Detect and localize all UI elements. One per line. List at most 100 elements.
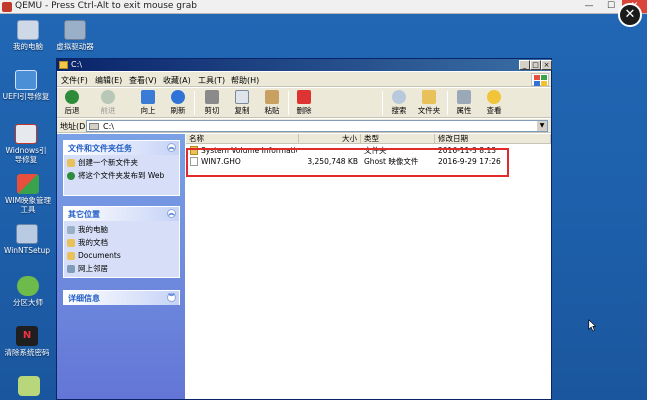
copy-icon (235, 90, 249, 104)
forward-button[interactable]: 前进 (97, 90, 119, 116)
properties-button[interactable]: 属性 (453, 90, 475, 116)
refresh-button[interactable]: 刷新 (167, 90, 189, 116)
search-icon (392, 90, 406, 104)
menu-tools[interactable]: 工具(T) (198, 75, 225, 86)
explorer-minimize-button[interactable]: _ (519, 60, 530, 70)
panel-details: 详细信息 ︾ (63, 290, 180, 305)
folder-icon (59, 61, 68, 69)
address-bar: 地址(D) C:\ ▼ (57, 119, 551, 133)
panel-other-places: 其它位置 ︽ 我的电脑 我的文档 Documents 网上邻居 (63, 206, 180, 278)
explorer-title-bar: C:\ _ □ × (57, 59, 552, 71)
task-publish-web[interactable]: 将这个文件夹发布到 Web (64, 171, 179, 182)
explorer-window: C:\ _ □ × 文件(F) 编辑(E) 查看(V) 收藏(A) 工具(T) … (56, 58, 552, 400)
documents-folder-icon (67, 239, 75, 247)
mouse-cursor-icon (588, 319, 596, 332)
explorer-maximize-button[interactable]: □ (530, 60, 541, 70)
explorer-title: C:\ (71, 60, 82, 69)
toolbar-separator (194, 91, 195, 115)
toolbar-separator (447, 91, 448, 115)
back-arrow-icon (65, 90, 79, 104)
place-my-documents[interactable]: 我的文档 (64, 238, 179, 249)
address-input[interactable]: C:\ ▼ (86, 120, 548, 132)
new-folder-icon (67, 159, 75, 167)
menu-bar: 文件(F) 编辑(E) 查看(V) 收藏(A) 工具(T) 帮助(H) (57, 72, 551, 87)
copy-button[interactable]: 复制 (231, 90, 253, 116)
partition-icon (17, 276, 39, 296)
toolbar-separator (382, 91, 383, 115)
desktop-icon-winntsetup[interactable]: WinNTSetup (2, 224, 52, 255)
column-headers: 名称 大小 类型 修改日期 (186, 134, 551, 144)
address-label: 地址(D) (60, 122, 89, 131)
desktop-icon-clear-password[interactable]: N 清除系统密码 (2, 326, 52, 357)
menu-file[interactable]: 文件(F) (61, 75, 88, 86)
computer-icon (67, 226, 75, 234)
menu-favorites[interactable]: 收藏(A) (163, 75, 191, 86)
desktop-icon-partial[interactable] (14, 376, 44, 398)
panel-details-header[interactable]: 详细信息 ︾ (64, 291, 179, 305)
annotation-highlight-box (186, 148, 509, 177)
paste-button[interactable]: 粘贴 (261, 90, 283, 116)
desktop-icon-windows-boot-repair[interactable]: Widnows引导修复 (2, 124, 50, 164)
desktop-icon-wim-tool[interactable]: WIM映象管理工具 (4, 174, 52, 214)
network-icon (67, 265, 75, 273)
scissors-icon (205, 90, 219, 104)
toolbar: 后退 前进 向上 刷新 剪切 复制 粘贴 删除 搜索 文件夹 属性 查看 (57, 88, 551, 118)
globe-icon (67, 172, 75, 180)
panel-file-tasks-header[interactable]: 文件和文件夹任务 ︽ (64, 141, 179, 155)
folders-button[interactable]: 文件夹 (415, 90, 443, 116)
forward-arrow-icon (101, 90, 115, 104)
chevron-down-icon[interactable]: ▼ (537, 121, 547, 131)
toolbox-icon (15, 124, 37, 144)
close-overlay-icon[interactable]: ✕ (618, 3, 642, 27)
views-icon (487, 90, 501, 104)
desktop-icon-virtual-drive[interactable]: 虚拟驱动器 (50, 20, 100, 51)
up-button[interactable]: 向上 (137, 90, 159, 116)
menu-edit[interactable]: 编辑(E) (95, 75, 122, 86)
menu-view[interactable]: 查看(V) (129, 75, 157, 86)
app-icon (18, 376, 40, 396)
toolbar-separator (288, 91, 289, 115)
qemu-title-bar: QEMU - Press Ctrl-Alt to exit mouse grab… (0, 0, 647, 14)
up-folder-icon (141, 90, 155, 104)
delete-button[interactable]: 删除 (293, 90, 315, 116)
column-type[interactable]: 类型 (361, 134, 435, 144)
desktop-icon-partition-master[interactable]: 分区大师 (6, 276, 50, 307)
drive-icon (89, 123, 99, 130)
search-button[interactable]: 搜索 (388, 90, 410, 116)
refresh-icon (171, 90, 185, 104)
expand-icon[interactable]: ︾ (167, 293, 176, 302)
cut-button[interactable]: 剪切 (201, 90, 223, 116)
address-value: C:\ (103, 122, 114, 131)
panel-other-places-header[interactable]: 其它位置 ︽ (64, 207, 179, 221)
folder-icon (67, 252, 75, 260)
task-pane: 文件和文件夹任务 ︽ 创建一个新文件夹 将这个文件夹发布到 Web 其它位置 ︽ (57, 134, 185, 399)
setup-icon (16, 224, 38, 244)
collapse-icon[interactable]: ︽ (167, 143, 176, 152)
menu-help[interactable]: 帮助(H) (231, 75, 259, 86)
clipboard-icon (265, 90, 279, 104)
back-button[interactable]: 后退 (61, 90, 83, 116)
desktop-icon-my-computer[interactable]: 我的电脑 (6, 20, 50, 51)
place-my-computer[interactable]: 我的电脑 (64, 225, 179, 236)
explorer-close-button[interactable]: × (541, 60, 552, 70)
column-name[interactable]: 名称 (186, 134, 299, 144)
column-modified[interactable]: 修改日期 (435, 134, 551, 144)
qemu-app-icon (2, 2, 12, 12)
column-size[interactable]: 大小 (299, 134, 361, 144)
place-documents[interactable]: Documents (64, 251, 179, 262)
uefi-icon (15, 70, 37, 90)
properties-icon (457, 90, 471, 104)
delete-x-icon (297, 90, 311, 104)
task-new-folder[interactable]: 创建一个新文件夹 (64, 158, 179, 169)
qemu-window-title: QEMU - Press Ctrl-Alt to exit mouse grab (15, 1, 197, 11)
views-button[interactable]: 查看 (481, 90, 507, 116)
drive-icon (64, 20, 86, 40)
qemu-minimize-button[interactable]: — (578, 0, 600, 13)
desktop-icon-uefi-repair[interactable]: UEFI引导修复 (2, 70, 50, 101)
panel-file-tasks: 文件和文件夹任务 ︽ 创建一个新文件夹 将这个文件夹发布到 Web (63, 140, 180, 196)
folder-tree-icon (422, 90, 436, 104)
password-reset-icon: N (16, 326, 38, 346)
place-network[interactable]: 网上邻居 (64, 264, 179, 275)
collapse-icon[interactable]: ︽ (167, 209, 176, 218)
windows-flag-icon (531, 73, 549, 86)
